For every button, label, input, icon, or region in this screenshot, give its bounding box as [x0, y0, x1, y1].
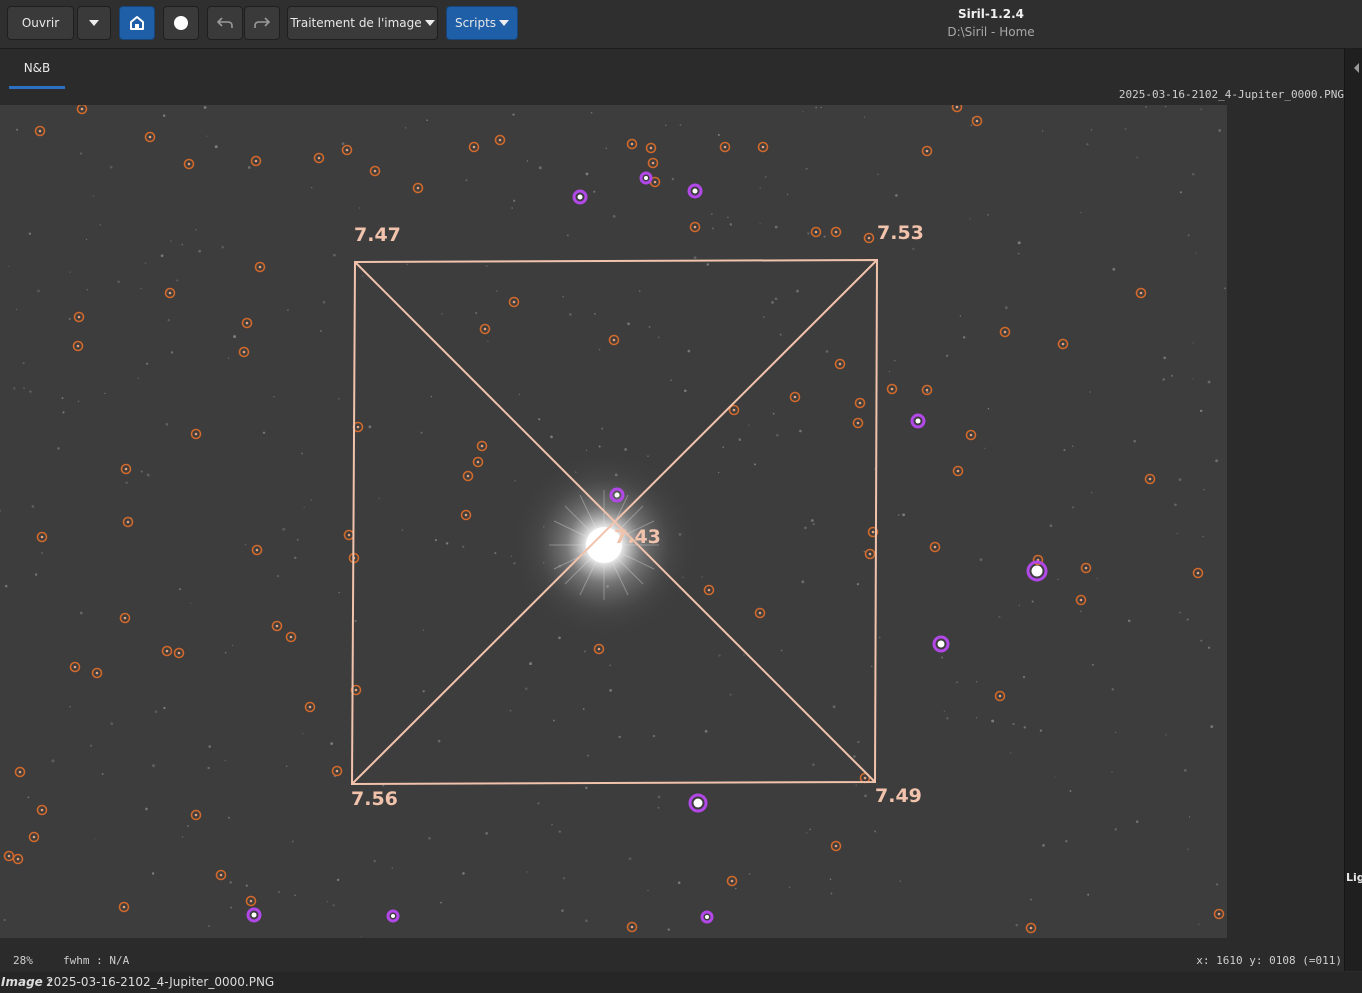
image-processing-menu-button[interactable]: Traitement de l'image — [287, 6, 438, 40]
side-panel-label: Lig — [1346, 871, 1362, 884]
caret-down-icon — [499, 20, 510, 26]
tilt-label-top-right: 7.53 — [877, 222, 924, 244]
caret-down-icon — [424, 20, 435, 26]
window-subtitle: D:\Siril - Home — [947, 25, 1035, 39]
tilt-label-bottom-left: 7.56 — [351, 788, 398, 810]
tab-mono[interactable]: N&B — [9, 49, 65, 89]
fwhm-readout: fwhm : N/A — [63, 954, 130, 967]
star-field-canvas[interactable]: 7.47 7.53 7.56 7.49 7.43 — [0, 105, 1227, 938]
open-button[interactable]: Ouvrir — [7, 6, 74, 40]
image-processing-label: Traitement de l'image — [290, 16, 422, 30]
image-filename: 2025-03-16-2102_4-Jupiter_0000.PNG — [46, 975, 275, 989]
tilt-label-top-left: 7.47 — [354, 224, 401, 246]
tilt-label-center: 7.43 — [614, 526, 661, 548]
chevron-down-icon — [89, 20, 99, 26]
undo-icon — [216, 17, 233, 28]
image-label: Image : — [1, 975, 52, 989]
bright-star-jupiter — [509, 450, 699, 640]
expand-arrow-icon[interactable] — [1350, 61, 1362, 75]
status-bar: 28% fwhm : N/A x: 1610 y: 0108 (=011) — [0, 952, 1344, 970]
home-icon — [130, 16, 144, 30]
tab-mono-label: N&B — [23, 60, 51, 75]
image-info-footer: Image : 2025-03-16-2102_4-Jupiter_0000.P… — [0, 972, 1362, 993]
record-button[interactable] — [163, 6, 199, 40]
redo-icon — [254, 17, 271, 28]
circle-icon — [174, 16, 188, 30]
header-bar: Ouvrir Traitement de l'image Scripts Sir… — [0, 0, 1362, 49]
home-button[interactable] — [119, 6, 155, 40]
channel-tab-bar: N&B — [0, 49, 1344, 89]
redo-button[interactable] — [244, 6, 280, 40]
image-viewport[interactable]: 7.47 7.53 7.56 7.49 7.43 — [0, 105, 1227, 938]
open-dropdown-button[interactable] — [77, 6, 111, 40]
window-title: Siril-1.2.4 — [957, 7, 1025, 21]
side-panel-collapsed[interactable] — [1344, 49, 1362, 971]
tilt-label-bottom-right: 7.49 — [875, 785, 922, 807]
open-button-label: Ouvrir — [21, 16, 60, 30]
undo-button[interactable] — [207, 6, 243, 40]
zoom-level: 28% — [13, 954, 33, 967]
cursor-coordinates: x: 1610 y: 0108 (=011) — [1196, 954, 1342, 967]
scripts-menu-button[interactable]: Scripts — [446, 6, 518, 40]
image-filename-overlay: 2025-03-16-2102_4-Jupiter_0000.PNG — [1118, 88, 1344, 101]
scripts-label: Scripts — [454, 16, 497, 30]
